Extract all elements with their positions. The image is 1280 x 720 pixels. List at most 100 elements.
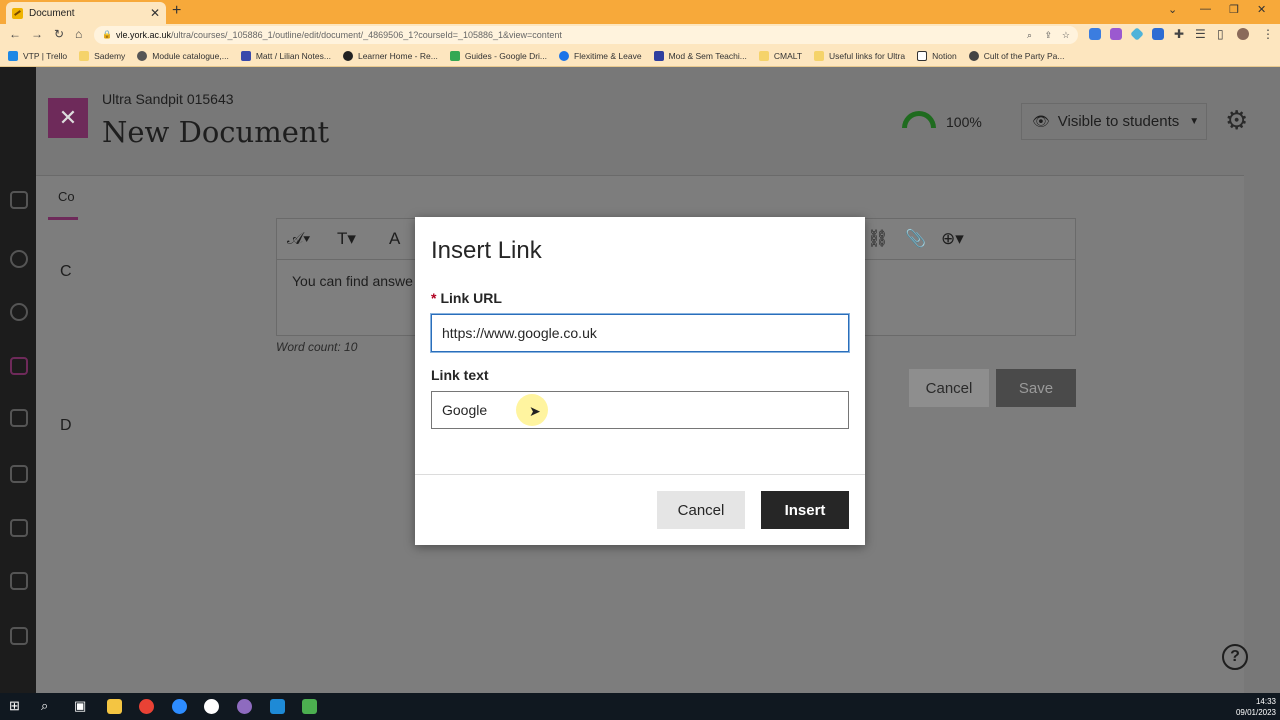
cancel-button[interactable]: Cancel	[657, 491, 745, 529]
bookmark-item[interactable]: Notion	[917, 51, 957, 61]
link-text-field[interactable]	[431, 391, 849, 429]
profile-avatar[interactable]	[1237, 28, 1249, 40]
extension-3-icon[interactable]	[1130, 27, 1144, 41]
bookmark-item[interactable]: Learner Home - Re...	[342, 51, 438, 61]
document-favicon-icon	[12, 7, 23, 19]
slack-icon[interactable]	[204, 699, 219, 714]
url-path: /ultra/courses/_105886_1/outline/edit/do…	[171, 30, 562, 40]
eye-icon: 👁	[1032, 113, 1050, 129]
reload-icon[interactable]: ↻	[54, 27, 64, 41]
page-title[interactable]: New Document	[102, 115, 329, 149]
link-url-label: * Link URL	[431, 290, 502, 306]
progress-text: 100%	[946, 114, 982, 130]
dialog-title: Insert Link	[431, 237, 542, 264]
chrome-icon[interactable]	[139, 699, 154, 714]
bookmark-item[interactable]: Cult of the Party Pa...	[968, 51, 1064, 61]
bookmark-item[interactable]: Matt / Lilian Notes...	[240, 51, 331, 61]
vscode-icon[interactable]	[270, 699, 285, 714]
windows-start-icon[interactable]: ⊞	[9, 698, 20, 714]
page-save-button[interactable]: Save	[996, 369, 1076, 407]
tab-search-icon[interactable]: ⌄	[1168, 3, 1177, 16]
os-taskbar: ⊞ ⌕ ▣ 14:33 09/01/2023	[0, 693, 1280, 720]
caret-down-icon: ▼	[1189, 116, 1200, 127]
task-view-icon[interactable]: ▣	[74, 698, 86, 714]
bookmark-item[interactable]: Useful links for Ultra	[814, 51, 905, 61]
extensions-puzzle-icon[interactable]: ✚	[1174, 27, 1184, 41]
bookmark-item[interactable]: Module catalogue,...	[137, 51, 229, 61]
chrome-menu-icon[interactable]: ⋮	[1262, 27, 1274, 41]
bookmark-item[interactable]: Sademy	[79, 51, 125, 61]
bookmark-item[interactable]: CMALT	[758, 51, 802, 61]
bookmark-item[interactable]: Mod & Sem Teachi...	[653, 51, 747, 61]
new-tab-button[interactable]: +	[172, 2, 181, 20]
page-cancel-button[interactable]: Cancel	[909, 369, 989, 407]
share-icon[interactable]: ⇪	[1044, 26, 1052, 44]
home-icon[interactable]: ⌂	[75, 27, 82, 41]
activity-icon[interactable]	[10, 303, 28, 321]
back-icon[interactable]: ←	[9, 27, 21, 41]
bookmark-item[interactable]: Guides - Google Dri...	[449, 51, 547, 61]
institution-icon[interactable]	[10, 191, 28, 209]
courses-icon[interactable]	[10, 357, 28, 375]
profile-icon[interactable]	[10, 250, 28, 268]
messages-icon[interactable]	[10, 519, 28, 537]
visibility-label: Visible to students	[1057, 113, 1180, 130]
github-desktop-icon[interactable]	[237, 699, 252, 714]
zoom-icon[interactable]: ⌕	[1027, 26, 1032, 44]
organizations-icon[interactable]	[10, 409, 28, 427]
browser-toolbar: ← → ↻ ⌂ 🔒 vle.york.ac.uk/ultra/courses/_…	[0, 24, 1280, 46]
address-bar[interactable]: 🔒 vle.york.ac.uk/ultra/courses/_105886_1…	[94, 26, 1078, 44]
minimize-icon[interactable]: —	[1200, 3, 1211, 15]
word-count: Word count: 10	[276, 340, 358, 354]
app-icon[interactable]	[302, 699, 317, 714]
side-tab-label[interactable]: Co	[58, 189, 75, 204]
bookmark-star-icon[interactable]: ☆	[1062, 26, 1070, 44]
paragraph-style-icon[interactable]: 𝒜▾	[287, 229, 310, 249]
course-name: Ultra Sandpit 015643	[102, 91, 234, 107]
bookmarks-bar: VTP | Trello Sademy Module catalogue,...…	[0, 46, 1280, 67]
text-format-icon[interactable]: T▾	[337, 229, 356, 249]
reading-list-icon[interactable]: ☰	[1195, 27, 1206, 41]
extension-1-icon[interactable]	[1089, 28, 1101, 40]
help-icon[interactable]: ?	[1222, 644, 1248, 670]
base-navigation	[0, 67, 36, 693]
link-url-field[interactable]	[431, 314, 849, 352]
insert-button[interactable]: Insert	[761, 491, 849, 529]
side-panel-icon[interactable]: ▯	[1217, 27, 1224, 41]
close-icon: ✕	[58, 105, 78, 130]
tools-icon[interactable]	[10, 627, 28, 645]
bookmark-item[interactable]: VTP | Trello	[8, 51, 67, 61]
side-tab-underline	[48, 217, 78, 220]
attachment-icon[interactable]: 📎	[905, 229, 926, 249]
extension-2-icon[interactable]	[1110, 28, 1122, 40]
zoom-app-icon[interactable]	[172, 699, 187, 714]
required-marker: *	[431, 290, 437, 306]
taskbar-clock[interactable]: 14:33 09/01/2023	[1236, 696, 1276, 718]
browser-tabbar: Document ✕ + ⌄ — ❐ ✕	[0, 0, 1280, 24]
grades-icon[interactable]	[10, 572, 28, 590]
mouse-cursor-icon: ➤	[529, 403, 541, 419]
side-heading-d: D	[60, 417, 72, 434]
close-panel-button[interactable]: ✕	[48, 98, 88, 138]
settings-gear-icon[interactable]: ⚙	[1225, 105, 1248, 136]
font-size-icon[interactable]: A	[389, 229, 400, 249]
visibility-dropdown[interactable]: 👁 Visible to students ▼	[1021, 103, 1207, 140]
forward-icon[interactable]: →	[31, 27, 43, 41]
calendar-icon[interactable]	[10, 465, 28, 483]
insert-link-icon[interactable]: ⛓	[867, 229, 889, 249]
bookmark-item[interactable]: Flexitime & Leave	[559, 51, 642, 61]
url-host: vle.york.ac.uk	[116, 30, 172, 40]
insert-content-icon[interactable]: ⊕▾	[941, 229, 964, 249]
browser-tab[interactable]: Document ✕	[6, 2, 166, 24]
window-close-icon[interactable]: ✕	[1257, 3, 1266, 16]
extension-4-icon[interactable]	[1152, 28, 1164, 40]
lock-icon[interactable]: 🔒	[102, 26, 112, 44]
insert-link-dialog: Insert Link *Link URL Link text Cancel I…	[415, 217, 865, 545]
tab-title: Document	[29, 7, 75, 19]
tab-close-icon[interactable]: ✕	[150, 6, 160, 20]
search-icon[interactable]: ⌕	[41, 698, 48, 714]
dialog-divider	[415, 474, 865, 475]
restore-icon[interactable]: ❐	[1229, 3, 1239, 16]
editor-text[interactable]: You can find answe	[292, 273, 413, 289]
file-explorer-icon[interactable]	[107, 699, 122, 714]
